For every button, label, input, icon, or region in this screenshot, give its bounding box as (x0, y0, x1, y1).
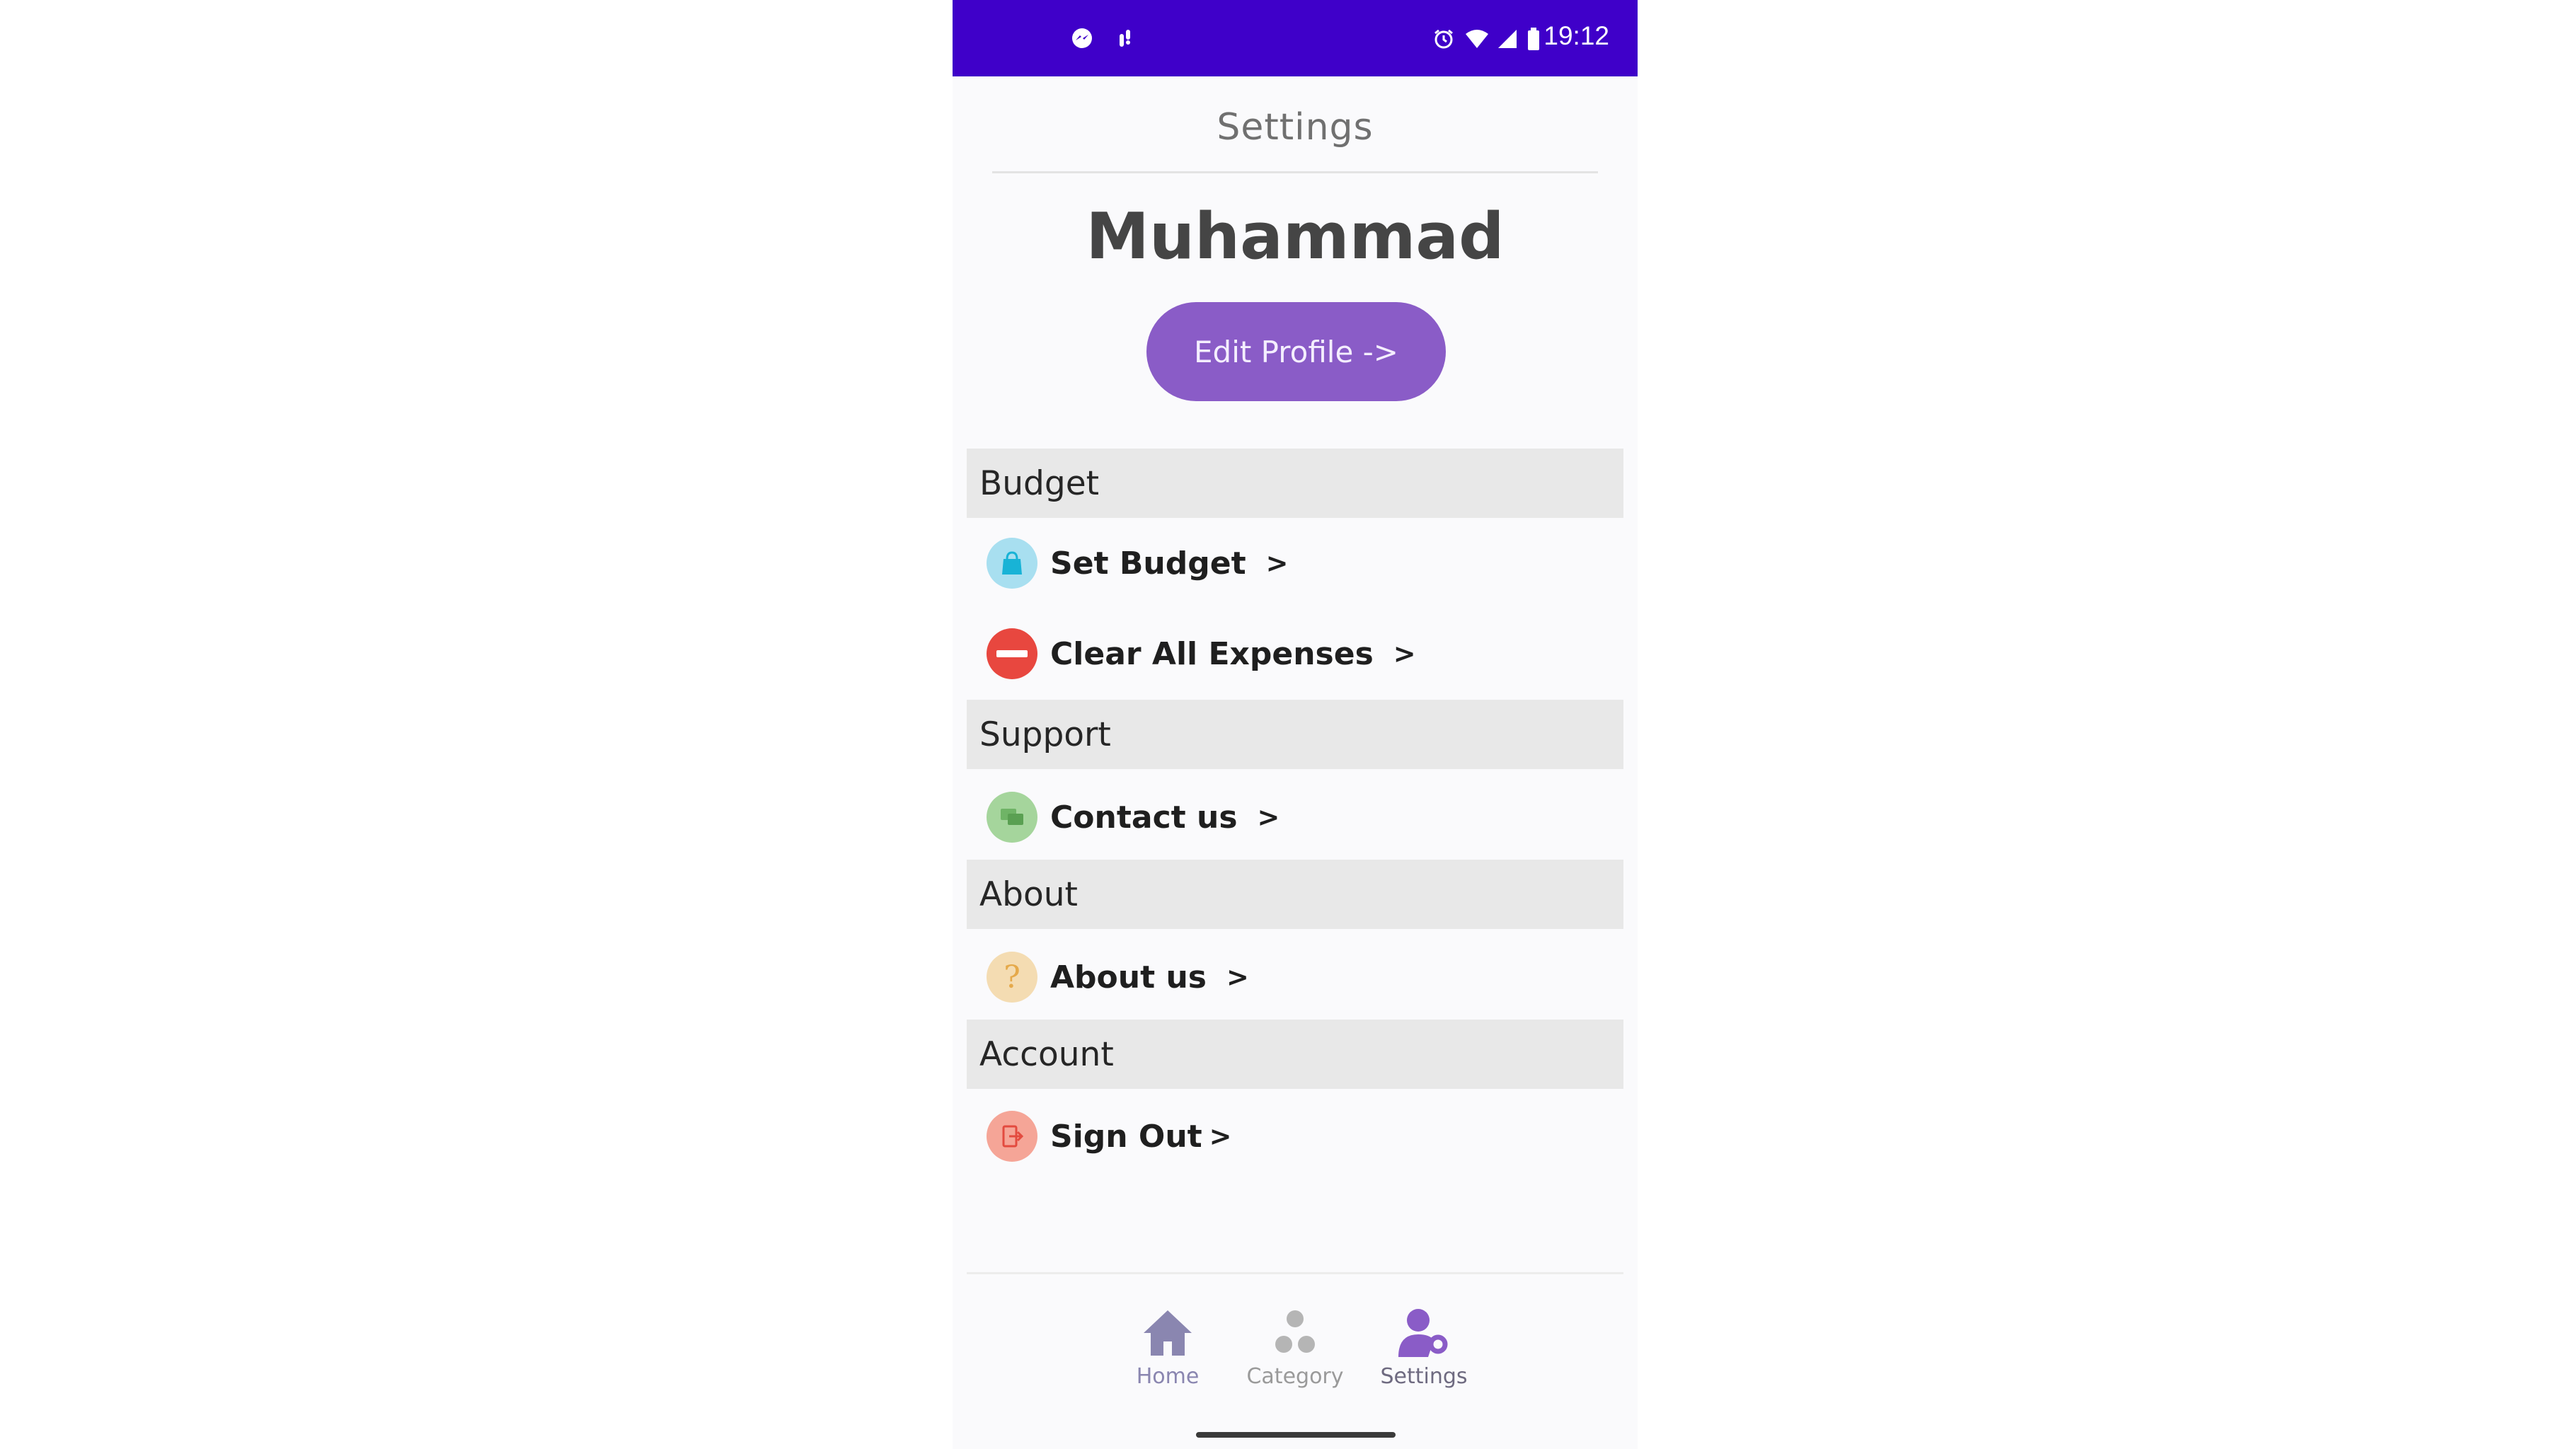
phone-screen: 19:12 Settings Muhammad Edit Profile -> … (953, 0, 1638, 1449)
set-budget-item[interactable]: Set Budget > (987, 535, 1288, 591)
chevron-right-icon: > (1265, 548, 1289, 579)
status-time: 19:12 (1543, 21, 1609, 50)
chevron-right-icon: > (1226, 962, 1249, 993)
battery-icon (1523, 24, 1544, 54)
about-us-label: About us (1050, 959, 1207, 995)
chat-bubbles-icon (987, 792, 1037, 843)
contact-us-item[interactable]: Contact us > (987, 789, 1280, 845)
section-header-support: Support (967, 700, 1623, 769)
chevron-right-icon: > (1393, 638, 1416, 669)
about-us-item[interactable]: ? About us > (987, 949, 1249, 1005)
sign-out-icon (987, 1111, 1037, 1162)
chevron-right-icon: > (1257, 802, 1280, 833)
home-icon (1141, 1310, 1195, 1361)
sign-out-label: Sign Out (1050, 1118, 1202, 1155)
chevron-right-icon: > (1209, 1121, 1232, 1152)
edit-profile-button[interactable]: Edit Profile -> (1146, 302, 1446, 401)
question-icon: ? (987, 952, 1037, 1003)
wifi-icon (1462, 24, 1492, 54)
nav-settings-label: Settings (1380, 1364, 1468, 1389)
nav-settings[interactable]: Settings (1353, 1307, 1495, 1389)
category-dots-icon (1268, 1310, 1322, 1361)
title-divider (992, 171, 1598, 173)
nav-category-label: Category (1246, 1364, 1344, 1389)
profile-name: Muhammad (1086, 200, 1505, 274)
messenger-icon (1067, 24, 1097, 54)
home-indicator[interactable] (1196, 1432, 1396, 1438)
clear-all-expenses-label: Clear All Expenses (1050, 635, 1374, 672)
nav-home[interactable]: Home (1097, 1307, 1238, 1389)
nav-category[interactable]: Category (1224, 1307, 1366, 1389)
page-title: Settings (1217, 106, 1374, 149)
shopping-bag-icon (987, 538, 1037, 589)
minus-circle-icon (987, 628, 1037, 679)
user-settings-icon (1397, 1309, 1451, 1361)
section-header-budget: Budget (967, 449, 1623, 518)
section-header-account: Account (967, 1020, 1623, 1089)
nav-home-label: Home (1136, 1364, 1200, 1389)
alarm-icon (1430, 24, 1458, 54)
bottom-nav-divider (967, 1272, 1623, 1274)
contact-us-label: Contact us (1050, 799, 1238, 836)
section-header-about: About (967, 860, 1623, 929)
status-bar: 19:12 (953, 0, 1638, 76)
sign-out-item[interactable]: Sign Out > (987, 1108, 1232, 1165)
clear-all-expenses-item[interactable]: Clear All Expenses > (987, 625, 1416, 682)
signal-icon (1495, 24, 1520, 54)
pointer-notification-icon (1110, 24, 1139, 54)
set-budget-label: Set Budget (1050, 545, 1246, 582)
